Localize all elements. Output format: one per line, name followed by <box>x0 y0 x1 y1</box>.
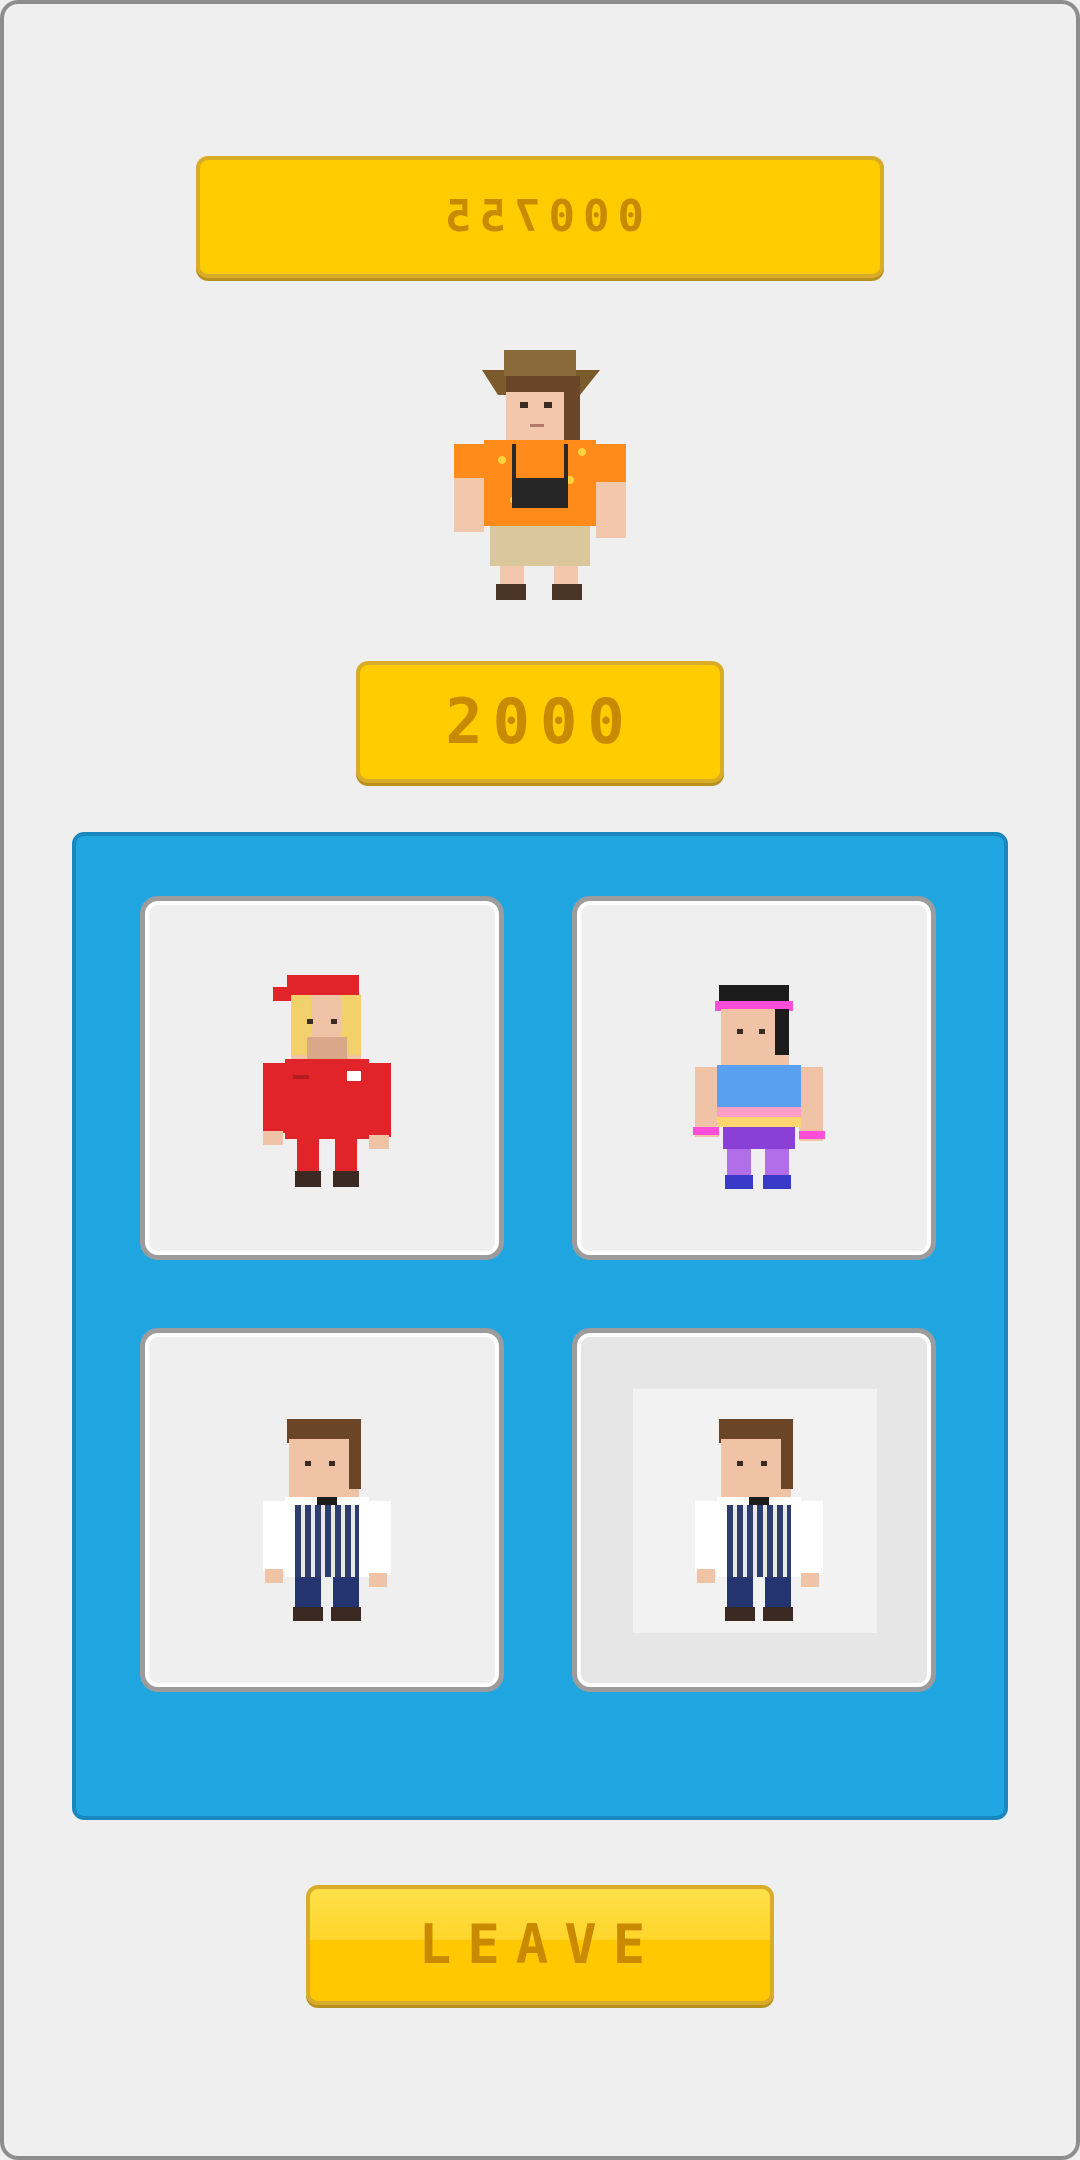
price-text: 2000 <box>445 685 635 758</box>
character-slot[interactable] <box>140 896 504 1260</box>
leave-label: LEAVE <box>418 1913 662 1976</box>
character-shop-panel <box>72 832 1008 1820</box>
leave-button[interactable]: LEAVE <box>306 1885 774 2005</box>
tourist-character <box>454 350 626 600</box>
score-text: 000755 <box>436 191 644 242</box>
racer-character <box>263 975 391 1187</box>
butcher-character <box>695 1419 823 1621</box>
character-slot-selected[interactable] <box>572 1328 936 1692</box>
butcher-character <box>263 1419 391 1621</box>
character-slot[interactable] <box>140 1328 504 1692</box>
character-slot[interactable] <box>572 896 936 1260</box>
score-display: 000755 <box>196 156 884 278</box>
athlete-character <box>693 985 825 1189</box>
price-display: 2000 <box>356 661 724 783</box>
